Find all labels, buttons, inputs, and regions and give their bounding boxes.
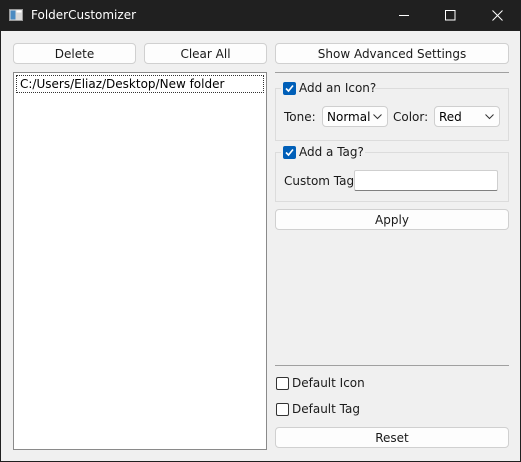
divider	[275, 365, 509, 366]
color-select-value: Red	[439, 110, 462, 124]
color-select[interactable]: Red	[434, 106, 500, 127]
folder-list[interactable]: C:/Users/Eliaz/Desktop/New folder	[13, 72, 267, 450]
clear-all-button[interactable]: Clear All	[144, 43, 267, 64]
window-title: FolderCustomizer	[31, 8, 137, 22]
checkmark-icon	[285, 148, 294, 157]
app-window: FolderCustomizer Delete Clear All Show A…	[0, 0, 521, 462]
add-tag-label: Add a Tag?	[299, 145, 364, 159]
minimize-button[interactable]	[381, 0, 427, 31]
chevron-down-icon	[485, 114, 494, 120]
reset-button[interactable]: Reset	[275, 427, 509, 448]
folder-app-icon	[9, 9, 23, 21]
title-bar[interactable]: FolderCustomizer	[0, 0, 521, 31]
default-tag-checkbox[interactable]	[276, 403, 289, 416]
maximize-button[interactable]	[427, 0, 473, 31]
chevron-down-icon	[373, 114, 382, 120]
divider	[275, 72, 509, 73]
maximize-icon	[444, 10, 455, 21]
custom-tag-input[interactable]	[354, 170, 498, 191]
tone-select-value: Normal	[327, 110, 371, 124]
tone-label: Tone:	[284, 110, 316, 124]
main-panel: Delete Clear All Show Advanced Settings …	[1, 31, 520, 461]
close-button[interactable]	[474, 0, 520, 31]
default-tag-label: Default Tag	[292, 402, 360, 416]
list-item[interactable]: C:/Users/Eliaz/Desktop/New folder	[16, 75, 264, 93]
show-advanced-settings-button[interactable]: Show Advanced Settings	[275, 43, 509, 64]
delete-button[interactable]: Delete	[13, 43, 136, 64]
default-icon-label: Default Icon	[292, 376, 365, 390]
close-icon	[491, 10, 503, 21]
color-label: Color:	[393, 110, 429, 124]
custom-tag-label: Custom Tag	[284, 174, 355, 188]
apply-button[interactable]: Apply	[275, 209, 509, 230]
checkmark-icon	[285, 84, 294, 93]
add-icon-checkbox[interactable]	[283, 82, 296, 95]
tone-select[interactable]: Normal	[322, 106, 388, 127]
minimize-icon	[398, 15, 409, 16]
default-icon-checkbox[interactable]	[276, 377, 289, 390]
add-tag-checkbox[interactable]	[283, 146, 296, 159]
add-icon-label: Add an Icon?	[299, 81, 377, 95]
